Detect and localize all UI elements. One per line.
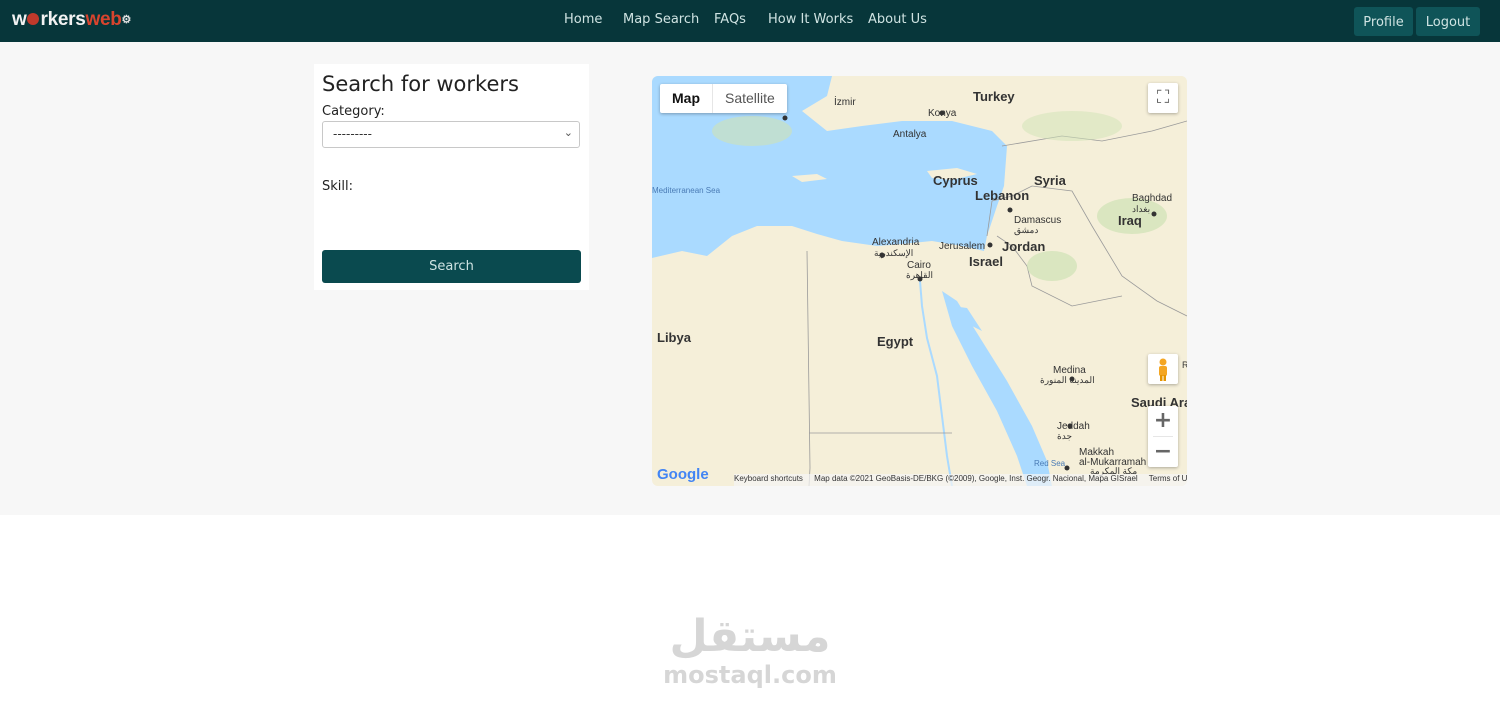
logo-o-mark [27, 12, 40, 25]
nav-home[interactable]: Home [564, 12, 602, 27]
watermark: مستقل mostaql.com [650, 611, 850, 689]
map-label-libya: Libya [657, 330, 692, 345]
map-type-map-button[interactable]: Map [660, 84, 712, 113]
logo-gear-icon: ⚙ [121, 14, 132, 26]
map-label-r-edge: R [1182, 360, 1187, 370]
keyboard-shortcuts-link[interactable]: Keyboard shortcuts [734, 474, 803, 483]
brand-logo[interactable]: w rkersweb⚙ [12, 8, 131, 32]
map-data-attribution: Map data ©2021 GeoBasis-DE/BKG (©2009), … [814, 474, 1138, 483]
map-label-syria: Syria [1034, 173, 1067, 188]
category-select[interactable]: --------- ⌄ [322, 121, 580, 148]
map-label-antalya: Antalya [893, 129, 927, 140]
skill-label: Skill: [322, 179, 353, 194]
search-button[interactable]: Search [322, 250, 581, 283]
search-panel: Search for workers Category: --------- ⌄… [314, 64, 589, 290]
map-label-israel: Israel [969, 254, 1003, 269]
map-view[interactable]: Turkey İzmir Konya Antalya Cyprus Syria … [652, 76, 1187, 486]
chevron-down-icon: ⌄ [563, 126, 573, 139]
fullscreen-icon[interactable]: ⛶ [1148, 83, 1178, 113]
map-label-iraq: Iraq [1118, 213, 1142, 228]
nav-about-us[interactable]: About Us [868, 12, 927, 27]
map-label-egypt: Egypt [877, 334, 914, 349]
map-label-jordan: Jordan [1002, 239, 1045, 254]
map-label-alexandria: Alexandria [872, 237, 920, 248]
zoom-in-icon[interactable]: + [1148, 406, 1178, 436]
terms-of-use-link[interactable]: Terms of Use [1149, 474, 1187, 483]
map-label-alexandria-ar: الإسكندرية [874, 248, 913, 259]
logo-text-prefix: w [12, 9, 27, 30]
map-label-turkey: Turkey [973, 89, 1015, 104]
nav-faqs[interactable]: FAQs [714, 12, 746, 27]
nav-map-search[interactable]: Map Search [623, 12, 699, 27]
map-attribution-bar: Keyboard shortcuts Map data ©2021 GeoBas… [734, 474, 1187, 486]
zoom-out-icon[interactable]: − [1148, 437, 1178, 467]
map-label-red-sea: Red Sea [1034, 459, 1066, 468]
google-logo[interactable]: Google [657, 466, 709, 483]
map-label-med-sea: Mediterranean Sea [652, 186, 721, 195]
navbar: w rkersweb⚙ Home Map Search FAQs How It W… [0, 0, 1500, 42]
watermark-arabic: مستقل [669, 611, 831, 662]
search-title: Search for workers [322, 72, 519, 96]
category-label: Category: [322, 104, 385, 119]
category-selected-value: --------- [333, 127, 372, 141]
map-label-lebanon: Lebanon [975, 188, 1029, 203]
logo-text-middle: rkers [40, 9, 86, 30]
map-label-izmir: İzmir [834, 95, 856, 108]
watermark-latin: mostaql.com [663, 661, 837, 689]
map-label-cyprus: Cyprus [933, 173, 978, 188]
map-type-control: Map Satellite [660, 84, 787, 113]
map-label-jeddah-ar: جدة [1057, 431, 1072, 441]
map-canvas[interactable]: Turkey İzmir Konya Antalya Cyprus Syria … [652, 76, 1187, 486]
map-label-damascus-ar: دمشق [1014, 225, 1038, 236]
logout-button[interactable]: Logout [1416, 7, 1480, 36]
map-label-konya: Konya [928, 108, 957, 119]
map-label-medina-ar: المدينة المنورة [1040, 375, 1095, 386]
map-label-cairo-ar: القاهرة [906, 270, 933, 281]
map-type-satellite-button[interactable]: Satellite [712, 84, 787, 113]
map-label-jerusalem: Jerusalem [939, 241, 985, 252]
logo-text-web: web [85, 9, 122, 30]
profile-button[interactable]: Profile [1354, 7, 1413, 36]
pegman-icon[interactable] [1148, 354, 1178, 384]
nav-how-it-works[interactable]: How It Works [768, 12, 853, 27]
zoom-control: + − [1148, 406, 1178, 467]
map-label-baghdad: Baghdad [1132, 193, 1172, 204]
